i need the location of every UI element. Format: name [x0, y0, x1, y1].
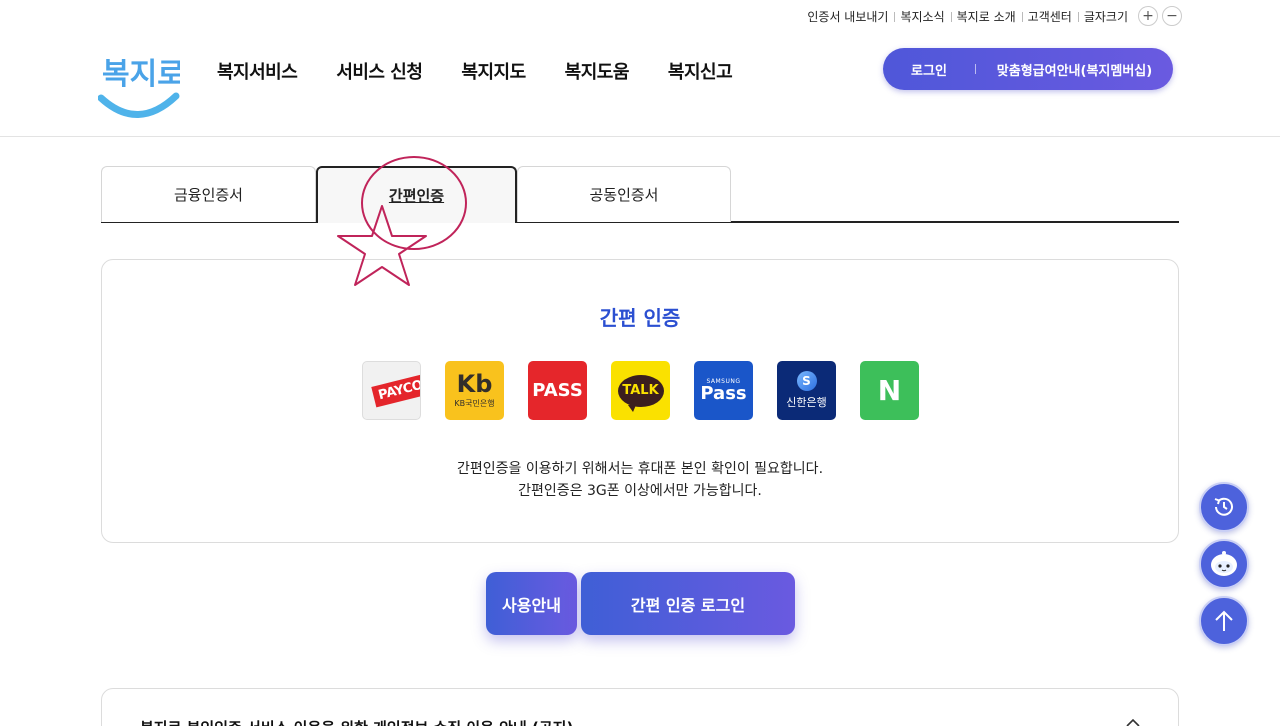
about-link[interactable]: 복지로 소개	[950, 8, 1022, 25]
kb-bank-icon[interactable]: Kb KB국민은행	[445, 361, 504, 420]
header-divider	[0, 136, 1280, 137]
font-size-label: 글자크기	[1077, 8, 1134, 25]
arrow-up-icon	[1215, 610, 1233, 631]
simple-auth-login-button[interactable]: 간편 인증 로그인	[581, 572, 795, 635]
logo[interactable]: 복지로	[97, 46, 185, 122]
chatbot-icon	[1211, 551, 1237, 576]
chevron-up-icon[interactable]	[1126, 719, 1140, 726]
welfare-news-link[interactable]: 복지소식	[894, 8, 950, 25]
font-decrease-button[interactable]: −	[1162, 6, 1182, 26]
nav-welfare-services[interactable]: 복지서비스	[217, 58, 298, 84]
shinhan-bank-icon[interactable]: S 신한은행	[777, 361, 836, 420]
desc-line-1: 간편인증을 이용하기 위해서는 휴대폰 본인 확인이 필요합니다.	[456, 461, 824, 477]
tab-financial-certificate[interactable]: 금융인증서	[101, 166, 316, 222]
export-certificate-link[interactable]: 인증서 내보내기	[801, 8, 894, 25]
payco-icon[interactable]: PAYCO	[362, 361, 421, 420]
history-icon	[1214, 497, 1233, 516]
card-description: 간편인증을 이용하기 위해서는 휴대폰 본인 확인이 필요합니다. 간편인증은 …	[102, 458, 1178, 502]
login-membership-bar: 로그인 맞춤형급여안내(복지멤버십)	[883, 48, 1173, 90]
simple-auth-card: 간편 인증 PAYCO Kb KB국민은행 PASS TALK SAMSUNG …	[101, 259, 1179, 543]
nav-service-apply[interactable]: 서비스 신청	[336, 58, 423, 84]
chatbot-button[interactable]	[1199, 539, 1249, 589]
tab-simple-auth[interactable]: 간편인증	[316, 166, 517, 223]
customer-center-link[interactable]: 고객센터	[1021, 8, 1078, 25]
tab-joint-certificate[interactable]: 공동인증서	[517, 166, 731, 222]
scroll-top-button[interactable]	[1199, 596, 1249, 646]
accordion-title: 복지로 본인인증 서비스 이용을 위한 개인정보 수집 이용 안내 (공지)	[140, 717, 573, 726]
nav-welfare-map[interactable]: 복지지도	[461, 58, 526, 84]
logo-text: 복지로	[102, 57, 180, 92]
main-nav: 복지서비스 서비스 신청 복지지도 복지도움 복지신고	[217, 58, 771, 84]
naver-icon[interactable]: N	[860, 361, 919, 420]
kakao-talk-icon[interactable]: TALK	[611, 361, 670, 420]
pass-icon[interactable]: PASS	[528, 361, 587, 420]
user-guide-button[interactable]: 사용안내	[486, 572, 577, 635]
privacy-notice-accordion[interactable]: 복지로 본인인증 서비스 이용을 위한 개인정보 수집 이용 안내 (공지)	[101, 688, 1179, 726]
card-title: 간편 인증	[599, 306, 681, 330]
login-link[interactable]: 로그인	[883, 60, 975, 79]
utility-bar: 인증서 내보내기 복지소식 복지로 소개 고객센터 글자크기 + −	[801, 6, 1182, 26]
nav-welfare-help[interactable]: 복지도움	[565, 58, 630, 84]
font-increase-button[interactable]: +	[1138, 6, 1158, 26]
desc-line-2: 간편인증은 3G폰 이상에서만 가능합니다.	[518, 483, 762, 499]
auth-provider-list: PAYCO Kb KB국민은행 PASS TALK SAMSUNG Pass S…	[362, 361, 919, 420]
recent-history-button[interactable]	[1199, 482, 1249, 532]
membership-link[interactable]: 맞춤형급여안내(복지멤버십)	[976, 60, 1173, 79]
nav-welfare-report[interactable]: 복지신고	[668, 58, 733, 84]
samsung-pass-icon[interactable]: SAMSUNG Pass	[694, 361, 753, 420]
